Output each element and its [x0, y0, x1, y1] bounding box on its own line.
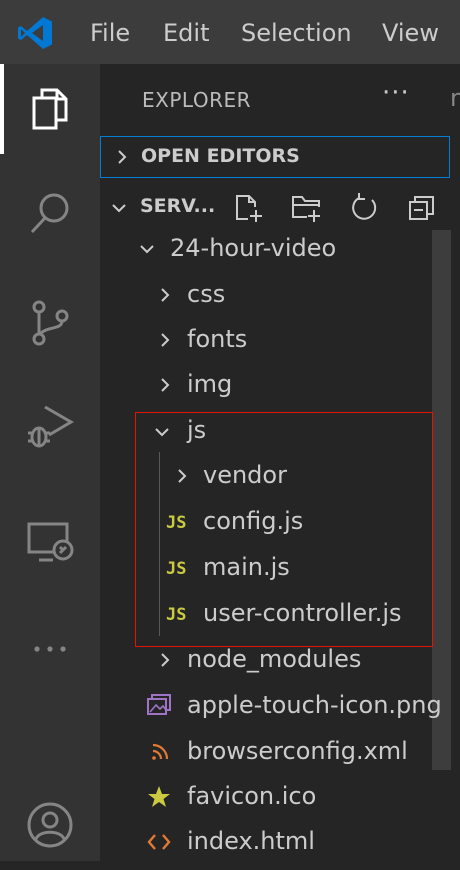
tree-folder-root[interactable]: 24-hour-video: [100, 227, 460, 271]
tree-file-index[interactable]: index.html: [100, 820, 460, 861]
editor-edge-text: n: [450, 84, 460, 112]
folder-name: css: [187, 280, 226, 308]
title-bar: File Edit Selection View: [0, 0, 460, 64]
new-file-icon[interactable]: [232, 192, 264, 224]
explorer-icon: [32, 88, 68, 130]
chevron-right-icon: [118, 150, 127, 164]
workspace-section-label: SERV...: [140, 195, 216, 217]
menu-selection[interactable]: Selection: [241, 0, 352, 64]
folder-name: 24-hour-video: [170, 234, 337, 262]
workspace-section-header[interactable]: SERV...: [100, 186, 460, 230]
activity-search[interactable]: [0, 168, 100, 258]
vscode-logo-icon: [18, 17, 52, 49]
activity-explorer[interactable]: [0, 64, 100, 154]
explorer-title: EXPLORER: [142, 88, 251, 112]
refresh-icon[interactable]: [348, 192, 380, 224]
chevron-right-icon: [161, 288, 170, 302]
tree-file-favicon[interactable]: favicon.ico: [100, 775, 460, 819]
file-name: index.html: [187, 827, 315, 855]
activity-bar: [0, 64, 100, 861]
tree-file-browserconfig[interactable]: browserconfig.xml: [100, 730, 460, 774]
menu-view[interactable]: View: [382, 0, 439, 64]
menu-edit[interactable]: Edit: [163, 0, 209, 64]
collapse-all-icon[interactable]: [406, 192, 438, 224]
chevron-right-icon: [161, 378, 170, 392]
open-editors-label: OPEN EDITORS: [141, 145, 300, 167]
activity-run-debug[interactable]: [0, 382, 100, 472]
views-more-actions-button[interactable]: ···: [382, 78, 410, 108]
tree-file-apple-touch-icon[interactable]: apple-touch-icon.png: [100, 684, 460, 728]
chevron-down-icon: [112, 204, 126, 213]
activity-more[interactable]: [0, 604, 100, 694]
activity-accounts[interactable]: [0, 780, 100, 870]
folder-name: fonts: [187, 325, 248, 353]
activity-source-control[interactable]: [0, 278, 100, 368]
star-file-icon: [148, 786, 170, 807]
folder-name: img: [187, 370, 233, 398]
menu-file[interactable]: File: [90, 0, 130, 64]
tree-folder-fonts[interactable]: fonts: [100, 318, 460, 362]
tree-folder-css[interactable]: css: [100, 273, 460, 317]
rss-xml-file-icon: [152, 743, 169, 760]
source-control-icon: [32, 300, 69, 346]
explorer-sidebar: EXPLORER ··· n OPEN EDITORS SERV... 24-h…: [100, 64, 460, 861]
tree-folder-img[interactable]: img: [100, 363, 460, 407]
file-name: browserconfig.xml: [187, 737, 408, 765]
new-folder-icon[interactable]: [290, 192, 322, 224]
search-icon: [30, 193, 69, 234]
folder-name: node_modules: [187, 645, 362, 673]
run-debug-icon: [28, 405, 74, 448]
open-editors-header[interactable]: OPEN EDITORS: [100, 136, 450, 178]
image-file-icon: [147, 694, 171, 715]
remote-explorer-icon: [27, 522, 74, 562]
account-icon: [27, 802, 73, 848]
file-name: favicon.ico: [187, 782, 317, 810]
chevron-right-icon: [161, 333, 170, 347]
highlight-box: [135, 412, 433, 647]
activity-remote-explorer[interactable]: [0, 496, 100, 586]
chevron-right-icon: [161, 653, 170, 667]
ellipsis-icon: [34, 646, 66, 652]
html-file-icon: [147, 834, 171, 850]
file-name: apple-touch-icon.png: [187, 691, 442, 719]
chevron-down-icon: [140, 245, 154, 254]
